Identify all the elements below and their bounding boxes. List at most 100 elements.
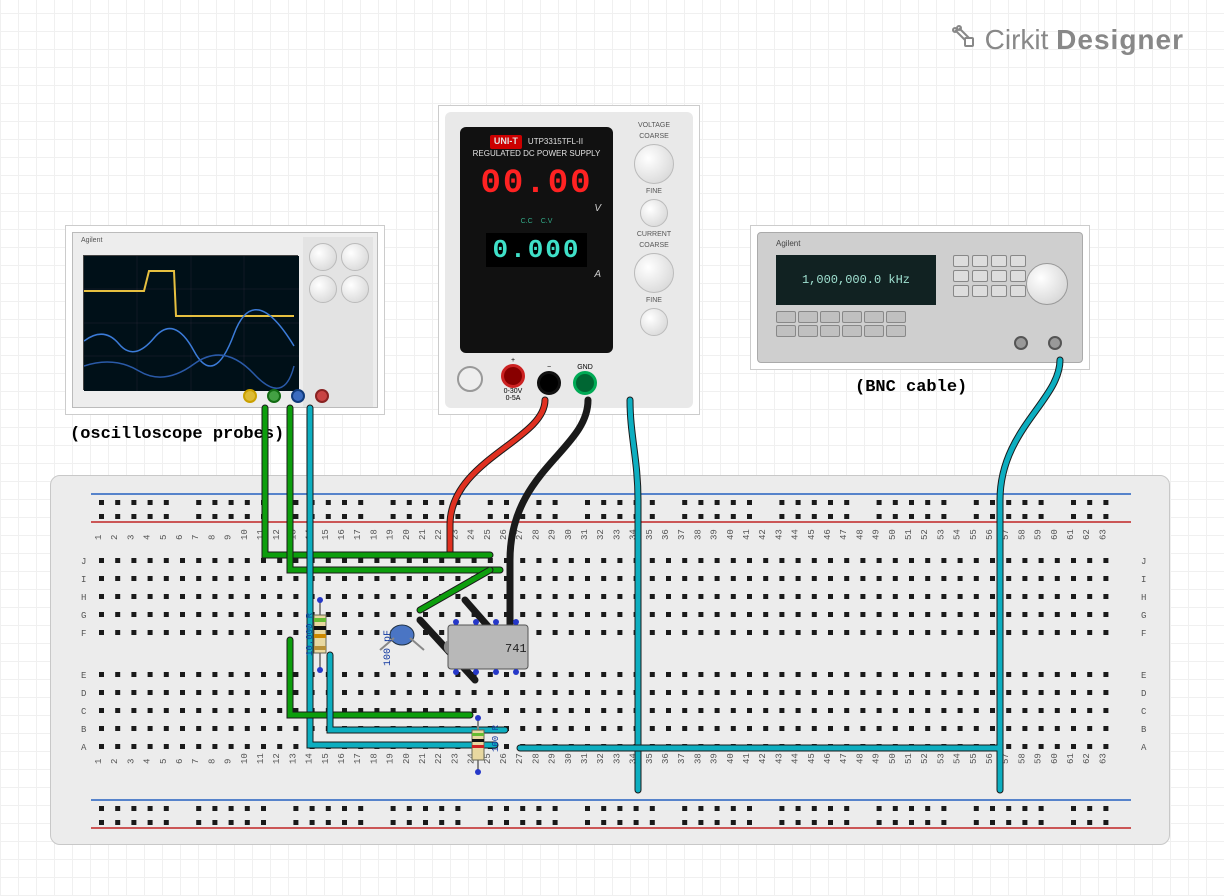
- fg-key[interactable]: [953, 285, 969, 297]
- scope-knob[interactable]: [309, 243, 337, 271]
- fg-softkey[interactable]: [886, 311, 906, 323]
- svg-text:3: 3: [126, 759, 136, 764]
- svg-text:63: 63: [1098, 529, 1108, 540]
- svg-text:8: 8: [207, 759, 217, 764]
- fg-key[interactable]: [991, 255, 1007, 267]
- svg-text:2: 2: [110, 535, 120, 540]
- svg-text:63: 63: [1098, 753, 1108, 764]
- svg-text:31: 31: [580, 753, 590, 764]
- fg-key[interactable]: [1010, 270, 1026, 282]
- svg-text:1: 1: [94, 535, 104, 540]
- fg-knob[interactable]: [1026, 263, 1068, 305]
- psu-header: UNI-TUTP3315TFL-II REGULATED DC POWER SU…: [473, 135, 601, 159]
- fg-key[interactable]: [953, 255, 969, 267]
- fg-key[interactable]: [972, 255, 988, 267]
- psu-power-button[interactable]: [457, 366, 483, 392]
- fg-softkey[interactable]: [820, 325, 840, 337]
- svg-text:49: 49: [872, 753, 882, 764]
- function-generator[interactable]: Agilent 1,000,000.0 kHz: [750, 225, 1090, 370]
- fg-key[interactable]: [991, 270, 1007, 282]
- fg-key[interactable]: [953, 270, 969, 282]
- psu-v-fine-knob[interactable]: [640, 199, 668, 227]
- svg-text:48: 48: [855, 529, 865, 540]
- fg-brand: Agilent: [776, 239, 800, 248]
- svg-text:39: 39: [710, 529, 720, 540]
- fg-softkey[interactable]: [776, 325, 796, 337]
- svg-text:I: I: [1141, 575, 1146, 585]
- psu-v-coarse-knob[interactable]: [634, 144, 674, 184]
- scope-knob[interactable]: [309, 275, 337, 303]
- svg-text:48: 48: [855, 753, 865, 764]
- svg-text:29: 29: [548, 753, 558, 764]
- svg-text:36: 36: [661, 529, 671, 540]
- fg-key[interactable]: [1010, 255, 1026, 267]
- svg-text:42: 42: [758, 529, 768, 540]
- fg-softkeys: [776, 311, 906, 337]
- fg-key[interactable]: [972, 270, 988, 282]
- fg-key[interactable]: [1010, 285, 1026, 297]
- svg-text:44: 44: [791, 529, 801, 540]
- svg-text:45: 45: [807, 529, 817, 540]
- fg-softkey[interactable]: [798, 325, 818, 337]
- fg-caption: (BNC cable): [855, 378, 967, 397]
- svg-text:34: 34: [629, 529, 639, 540]
- svg-text:27: 27: [515, 529, 525, 540]
- fg-softkey[interactable]: [842, 325, 862, 337]
- svg-text:9: 9: [224, 759, 234, 764]
- scope-knob[interactable]: [341, 275, 369, 303]
- svg-text:13: 13: [288, 753, 298, 764]
- fg-key[interactable]: [972, 285, 988, 297]
- svg-text:36: 36: [661, 753, 671, 764]
- scope-bnc-ch1[interactable]: [243, 389, 257, 403]
- breadboard[interactable]: 1122334455667788991010111112121313141415…: [50, 475, 1170, 845]
- fg-softkey[interactable]: [798, 311, 818, 323]
- svg-text:41: 41: [742, 753, 752, 764]
- oscilloscope[interactable]: Agilent: [65, 225, 385, 415]
- svg-text:16: 16: [337, 529, 347, 540]
- psu-terminal-gnd[interactable]: [573, 371, 597, 395]
- svg-text:28: 28: [531, 529, 541, 540]
- psu-terminal-pos[interactable]: [501, 364, 525, 388]
- fg-softkey[interactable]: [820, 311, 840, 323]
- svg-text:C: C: [1141, 707, 1147, 717]
- fg-softkey[interactable]: [776, 311, 796, 323]
- svg-text:D: D: [81, 689, 86, 699]
- power-supply[interactable]: UNI-TUTP3315TFL-II REGULATED DC POWER SU…: [438, 105, 700, 415]
- svg-text:47: 47: [839, 753, 849, 764]
- fg-display: 1,000,000.0 kHz: [776, 255, 936, 305]
- fg-softkey[interactable]: [864, 311, 884, 323]
- svg-text:F: F: [81, 629, 86, 639]
- scope-knob[interactable]: [341, 243, 369, 271]
- svg-text:H: H: [1141, 593, 1146, 603]
- svg-text:22: 22: [434, 529, 444, 540]
- fg-bnc-output[interactable]: [1048, 336, 1062, 350]
- svg-text:27: 27: [515, 753, 525, 764]
- svg-text:7: 7: [191, 759, 201, 764]
- fg-bnc-sync[interactable]: [1014, 336, 1028, 350]
- svg-text:5: 5: [159, 535, 169, 540]
- svg-text:50: 50: [888, 753, 898, 764]
- psu-terminal-neg[interactable]: [537, 371, 561, 395]
- svg-text:17: 17: [353, 529, 363, 540]
- svg-text:C: C: [81, 707, 87, 717]
- scope-bnc-ch2[interactable]: [267, 389, 281, 403]
- svg-text:58: 58: [1017, 529, 1027, 540]
- logo-text: Cirkit Designer: [985, 24, 1184, 56]
- psu-i-coarse-knob[interactable]: [634, 253, 674, 293]
- svg-text:57: 57: [1001, 753, 1011, 764]
- psu-i-fine-knob[interactable]: [640, 308, 668, 336]
- fg-softkey[interactable]: [842, 311, 862, 323]
- svg-text:50: 50: [888, 529, 898, 540]
- svg-text:30: 30: [564, 753, 574, 764]
- scope-bnc-ch3[interactable]: [291, 389, 305, 403]
- scope-caption: (oscilloscope probes): [70, 425, 284, 444]
- fg-softkey[interactable]: [886, 325, 906, 337]
- fg-key[interactable]: [991, 285, 1007, 297]
- svg-text:34: 34: [629, 753, 639, 764]
- svg-text:19: 19: [386, 529, 396, 540]
- fg-softkey[interactable]: [864, 325, 884, 337]
- svg-text:32: 32: [596, 529, 606, 540]
- scope-bnc-ch4[interactable]: [315, 389, 329, 403]
- svg-text:23: 23: [450, 529, 460, 540]
- svg-text:15: 15: [321, 753, 331, 764]
